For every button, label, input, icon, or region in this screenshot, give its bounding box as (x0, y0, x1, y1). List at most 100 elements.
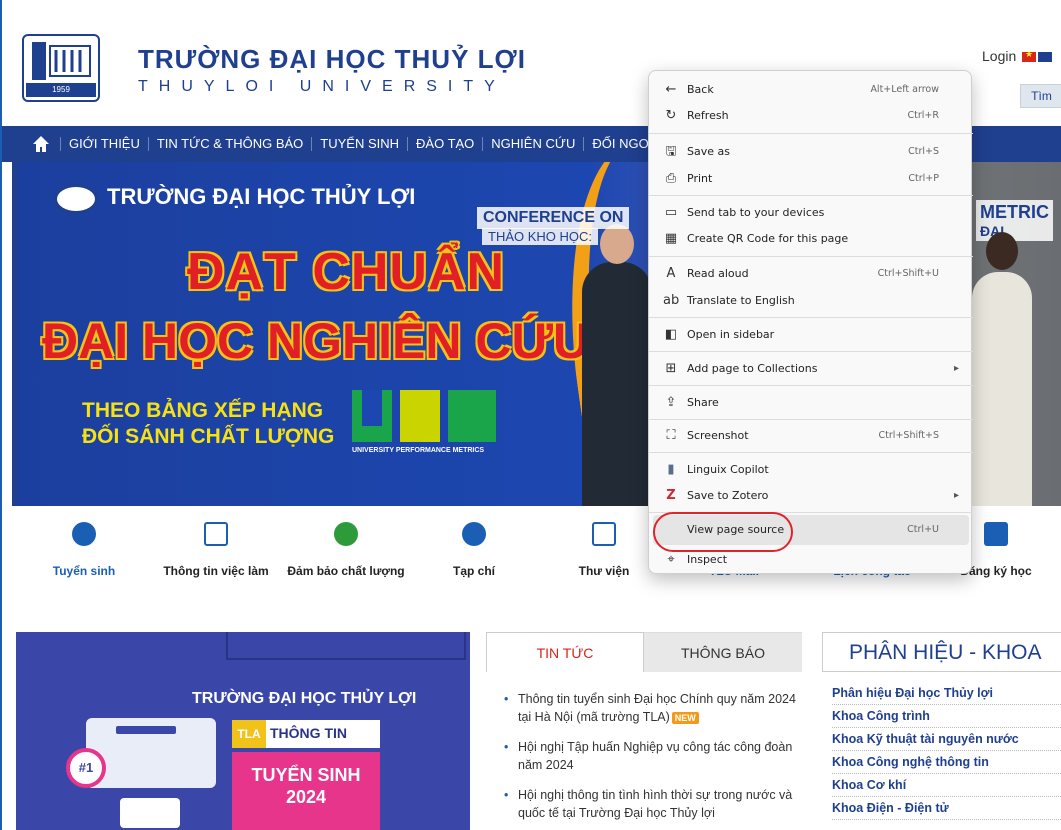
read-aloud-icon: A (666, 266, 676, 281)
news-item[interactable]: Hội nghị Tập huấn Nghiệp vụ công tác côn… (502, 738, 802, 774)
person-head (600, 224, 634, 264)
zotero-icon: Z (666, 488, 676, 503)
faculty-item[interactable]: Khoa Kỹ thuật tài nguyên nước (832, 728, 1061, 751)
context-menu: ← Back Alt+Left arrow ↻ Refresh Ctrl+R 🖫… (648, 70, 973, 574)
menu-separator (649, 385, 973, 386)
promo-screen (86, 718, 216, 788)
quick-link-label: Thông tin việc làm (163, 564, 269, 578)
menu-item-open-sidebar[interactable]: ◧ Open in sidebar (653, 320, 969, 350)
highlight-annotation-circle (653, 512, 793, 552)
quick-link-viec-lam[interactable]: Thông tin việc làm (146, 522, 286, 578)
menu-item-label: Translate to English (687, 294, 795, 307)
menu-item-share[interactable]: ⇪ Share (653, 388, 969, 418)
home-icon[interactable] (32, 135, 50, 153)
nav-item-dao-tao[interactable]: ĐÀO TẠO (407, 137, 482, 151)
menu-item-label: Inspect (687, 553, 728, 566)
english-flag-icon[interactable] (1038, 52, 1052, 62)
promo-tuyen-sinh: TUYỂN SINH (251, 765, 361, 785)
news-item-text: Hội nghị thông tin tình hình thời sự tro… (518, 788, 793, 820)
menu-item-label: Open in sidebar (687, 328, 775, 341)
upm-m (448, 390, 496, 442)
nav-items: GIỚI THIỆU TIN TỨC & THÔNG BÁO TUYỂN SIN… (60, 126, 669, 162)
menu-separator (649, 419, 973, 420)
banner-conference-subtext: THẢO KHO HỌC: (482, 228, 599, 245)
menu-item-screenshot[interactable]: ⛶ Screenshot Ctrl+Shift+S (653, 421, 969, 451)
nav-item-tin-tuc[interactable]: TIN TỨC & THÔNG BÁO (147, 137, 311, 151)
logo-year: 1959 (26, 83, 96, 97)
student-icon (984, 522, 1008, 546)
faculty-item[interactable]: Khoa Công nghệ thông tin (832, 751, 1061, 774)
print-icon: ⎙ (665, 171, 677, 186)
promo-frame (226, 632, 466, 660)
promo-title: TRƯỜNG ĐẠI HỌC THỦY LỢI (192, 690, 417, 707)
book-icon (592, 522, 616, 546)
menu-item-shortcut: Ctrl+S (908, 146, 939, 157)
menu-item-read-aloud[interactable]: A Read aloud Ctrl+Shift+U (653, 259, 969, 289)
menu-item-label: Share (687, 396, 719, 409)
university-logo[interactable]: 1959 (22, 34, 100, 102)
collections-icon: ⊞ (665, 361, 677, 376)
faculty-item[interactable]: Khoa Điện - Điện tử (832, 797, 1061, 820)
new-badge: NEW (671, 711, 699, 724)
screenshot-icon: ⛶ (666, 428, 676, 443)
upm-caption: UNIVERSITY PERFORMANCE METRICS (352, 447, 485, 454)
faculty-item[interactable]: Khoa Cơ khí (832, 774, 1061, 797)
nav-item-nghien-cuu[interactable]: NGHIÊN CỨU (482, 137, 583, 151)
site-title[interactable]: TRƯỜNG ĐẠI HỌC THUỶ LỢI (138, 44, 526, 75)
vietnamese-flag-icon[interactable] (1022, 49, 1036, 62)
tab-thong-bao[interactable]: THÔNG BÁO (644, 632, 802, 672)
banner-person-left (582, 224, 652, 506)
menu-separator (649, 351, 973, 352)
menu-item-refresh[interactable]: ↻ Refresh Ctrl+R (653, 101, 969, 131)
nav-item-gioi-thieu[interactable]: GIỚI THIỆU (60, 137, 148, 151)
banner-ranking-text: THEO BẢNG XẾP HẠNG ĐỐI SÁNH CHẤT LƯỢNG (82, 398, 334, 450)
banner-metric-line-1: METRIC (980, 202, 1049, 222)
refresh-icon: ↻ (665, 108, 677, 123)
quick-link-label: Đảm bảo chất lượng (287, 564, 405, 578)
quick-link-tuyen-sinh[interactable]: Tuyển sinh (14, 522, 154, 578)
faculty-item[interactable]: Khoa Công trình (832, 705, 1061, 728)
menu-item-print[interactable]: ⎙ Print Ctrl+P (653, 164, 969, 194)
promo-info-box: TLA THÔNG TIN (232, 720, 380, 748)
banner-edge (12, 162, 18, 506)
promo-screen-bar (116, 726, 176, 734)
quick-link-chat-luong[interactable]: Đảm bảo chất lượng (276, 522, 416, 578)
globe-icon (462, 522, 486, 546)
menu-item-translate[interactable]: ab Translate to English (653, 286, 969, 316)
promo-illustration: #1 (66, 718, 216, 830)
menu-item-label: Screenshot (687, 429, 749, 442)
news-item-text: Hội nghị Tập huấn Nghiệp vụ công tác côn… (518, 740, 793, 772)
sidebar-icon: ◧ (664, 327, 678, 342)
banner-logo-text: TRƯỜNG ĐẠI HỌC THỦY LỢI (107, 184, 416, 209)
login-link[interactable]: Login (982, 48, 1016, 64)
news-item[interactable]: Thông tin tuyển sinh Đại học Chính quy n… (502, 690, 802, 726)
menu-item-collections[interactable]: ⊞ Add page to Collections ▸ (653, 354, 969, 384)
quick-link-tap-chi[interactable]: Tạp chí (404, 522, 544, 578)
banner-headline-1: ĐẠT CHUẨN (187, 243, 506, 301)
quality-check-icon (334, 522, 358, 546)
search-button[interactable]: Tìm (1020, 84, 1061, 108)
nav-item-tuyen-sinh[interactable]: TUYỂN SINH (311, 137, 407, 151)
menu-item-qr-code[interactable]: ▦ Create QR Code for this page (653, 224, 969, 254)
upm-logo (352, 390, 502, 452)
menu-separator (649, 317, 973, 318)
admission-promo[interactable]: TRƯỜNG ĐẠI HỌC THỦY LỢI #1 TLA THÔNG TIN… (16, 632, 470, 830)
tab-tin-tuc[interactable]: TIN TỨC (486, 632, 644, 672)
promo-tla: TLA (232, 720, 266, 748)
menu-separator (649, 195, 973, 196)
qr-code-icon: ▦ (664, 231, 678, 246)
menu-item-save-as[interactable]: 🖫 Save as Ctrl+S (653, 137, 969, 167)
news-tabs: TIN TỨC THÔNG BÁO (486, 632, 802, 672)
faculty-item[interactable]: Phân hiệu Đại học Thủy lợi (832, 682, 1061, 705)
promo-year: 2024 (285, 787, 327, 807)
banner-metric-text: METRIC ĐẠI (976, 200, 1053, 241)
menu-item-label: Read aloud (687, 267, 749, 280)
send-tab-icon: ▭ (664, 205, 678, 220)
logo-building-icon (32, 42, 91, 80)
save-icon: 🖫 (665, 144, 677, 159)
menu-item-zotero[interactable]: Z Save to Zotero ▸ (653, 481, 969, 511)
upm-p (400, 390, 440, 442)
faculty-panel-title: PHÂN HIỆU - KHOA (822, 632, 1061, 672)
news-item[interactable]: Hội nghị thông tin tình hình thời sự tro… (502, 786, 802, 822)
back-arrow-icon: ← (665, 82, 677, 97)
